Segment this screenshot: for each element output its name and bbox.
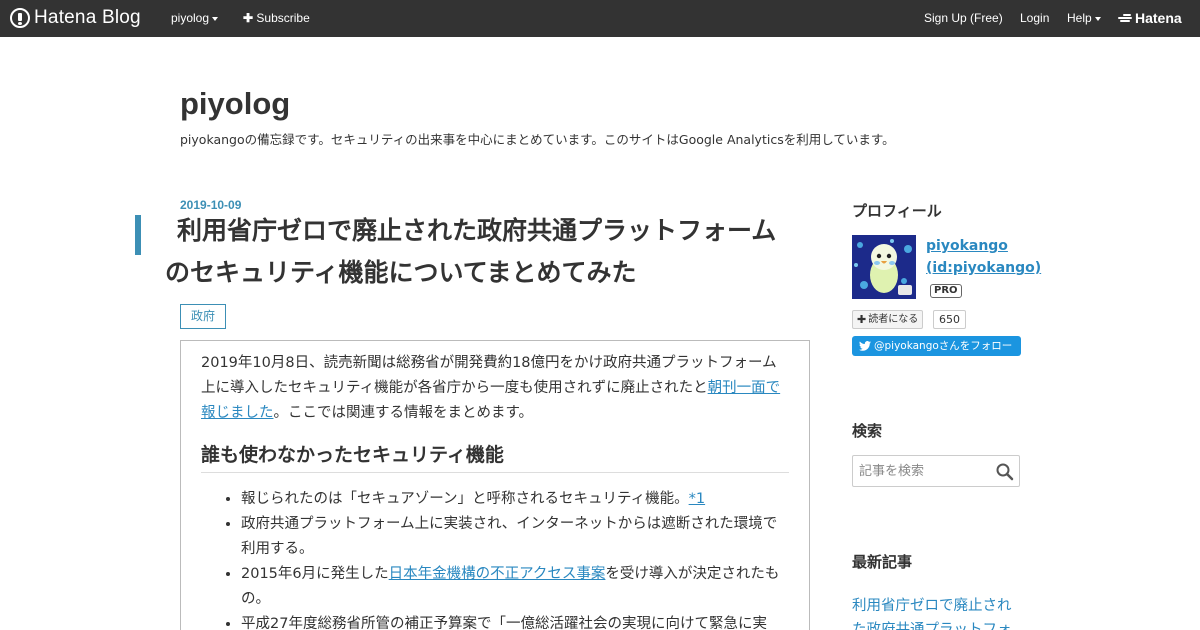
pro-badge: PRO: [930, 284, 962, 298]
entry-intro-paragraph: 2019年10月8日、読売新聞は総務省が開発費約18億円をかけ政府共通プラットフ…: [201, 351, 789, 426]
subscriber-count[interactable]: 650: [933, 310, 966, 329]
login-link[interactable]: Login: [1020, 11, 1049, 25]
help-label: Help: [1067, 11, 1092, 25]
hatena-blog-logo[interactable]: Hatena Blog: [10, 7, 141, 29]
blog-menu-label: piyolog: [171, 11, 210, 25]
hatena-stripes-icon: [1118, 13, 1132, 23]
list-item: 2015年6月に発生した日本年金機構の不正アクセス事案を受け導入が決定されたもの…: [241, 562, 789, 612]
list-item-text: 報じられたのは「セキュアゾーン」と呼称されるセキュリティ機能。: [241, 491, 689, 507]
caret-down-icon: [212, 16, 219, 21]
blog-description: piyokangoの備忘録です。セキュリティの出来事を中心にまとめています。この…: [180, 132, 895, 147]
pension-incident-link[interactable]: 日本年金機構の不正アクセス事案: [389, 566, 606, 582]
avatar[interactable]: [852, 235, 916, 299]
plus-icon: ✚: [243, 11, 254, 25]
list-item-text: 平成27年度総務省所管の補正予算案で「一億総活躍社会の実現に向けて緊急に実: [241, 616, 767, 630]
recent-post-link[interactable]: 利用省庁ゼロで廃止された政府共通プラットフォ: [852, 594, 1022, 630]
search-icon[interactable]: [995, 462, 1015, 482]
search-heading: 検索: [852, 422, 883, 440]
reader-subscribe-label: 読者になる: [868, 314, 919, 325]
hatena-logo-icon: [10, 8, 30, 28]
footnote-link[interactable]: *1: [689, 491, 705, 507]
search-input[interactable]: [853, 456, 993, 486]
entry-content: 2019年10月8日、読売新聞は総務省が開発費約18億円をかけ政府共通プラットフ…: [180, 340, 810, 630]
plus-icon: ✚: [857, 313, 867, 326]
hatena-logo[interactable]: Hatena: [1118, 10, 1182, 26]
twitter-follow-button[interactable]: @piyokangoさんをフォロー: [852, 336, 1021, 356]
blog-title[interactable]: piyolog: [180, 86, 290, 122]
profile-heading: プロフィール: [852, 202, 942, 220]
parakeet-avatar-icon: [852, 235, 916, 299]
intro-text: 2019年10月8日、読売新聞は総務省が開発費約18億円をかけ政府共通プラットフ…: [201, 355, 777, 396]
list-item-text: 2015年6月に発生した: [241, 566, 389, 582]
entry-title-accent-bar: [135, 215, 141, 255]
intro-text-end: 。ここでは関連する情報をまとめます。: [273, 405, 534, 421]
section-heading: 誰も使わなかったセキュリティ機能: [201, 442, 789, 473]
help-dropdown[interactable]: Help: [1067, 11, 1101, 25]
global-header-bar: Hatena Blog piyolog ✚ Subscribe Sign Up …: [0, 0, 1200, 37]
list-item: 報じられたのは「セキュアゾーン」と呼称されるセキュリティ機能。*1: [241, 487, 789, 512]
blog-menu-dropdown[interactable]: piyolog: [171, 11, 219, 25]
recent-posts-heading: 最新記事: [852, 553, 913, 571]
bullet-list: 報じられたのは「セキュアゾーン」と呼称されるセキュリティ機能。*1 政府共通プラ…: [201, 487, 789, 630]
profile-name-link[interactable]: piyokango (id:piyokango) PRO: [926, 235, 1041, 301]
hatena-blog-logo-text: Hatena Blog: [34, 7, 141, 28]
hatena-logo-text: Hatena: [1135, 10, 1182, 26]
list-item: 平成27年度総務省所管の補正予算案で「一億総活躍社会の実現に向けて緊急に実: [241, 612, 789, 630]
entry-title-line-2: のセキュリティ機能についてまとめてみた: [165, 258, 637, 287]
twitter-bird-icon: [859, 341, 871, 351]
entry-title[interactable]: 利用省庁ゼロで廃止された政府共通プラットフォーム のセキュリティ機能についてまと…: [165, 210, 815, 294]
entry-title-line-1: 利用省庁ゼロで廃止された政府共通プラットフォーム: [177, 216, 777, 245]
list-item-text: 政府共通プラットフォーム上に実装され、インターネットからは遮断された環境で利用す…: [241, 516, 778, 557]
search-box: [852, 455, 1020, 487]
profile-name: piyokango (id:piyokango): [926, 238, 1042, 276]
subscribe-button[interactable]: ✚ Subscribe: [243, 11, 310, 25]
list-item: 政府共通プラットフォーム上に実装され、インターネットからは遮断された環境で利用す…: [241, 512, 789, 562]
signup-link[interactable]: Sign Up (Free): [924, 11, 1003, 25]
category-tag[interactable]: 政府: [180, 304, 227, 329]
twitter-follow-label: @piyokangoさんをフォロー: [874, 340, 1013, 352]
caret-down-icon: [1094, 16, 1101, 21]
subscribe-label: Subscribe: [256, 11, 310, 25]
reader-subscribe-button[interactable]: ✚ 読者になる: [852, 310, 924, 329]
